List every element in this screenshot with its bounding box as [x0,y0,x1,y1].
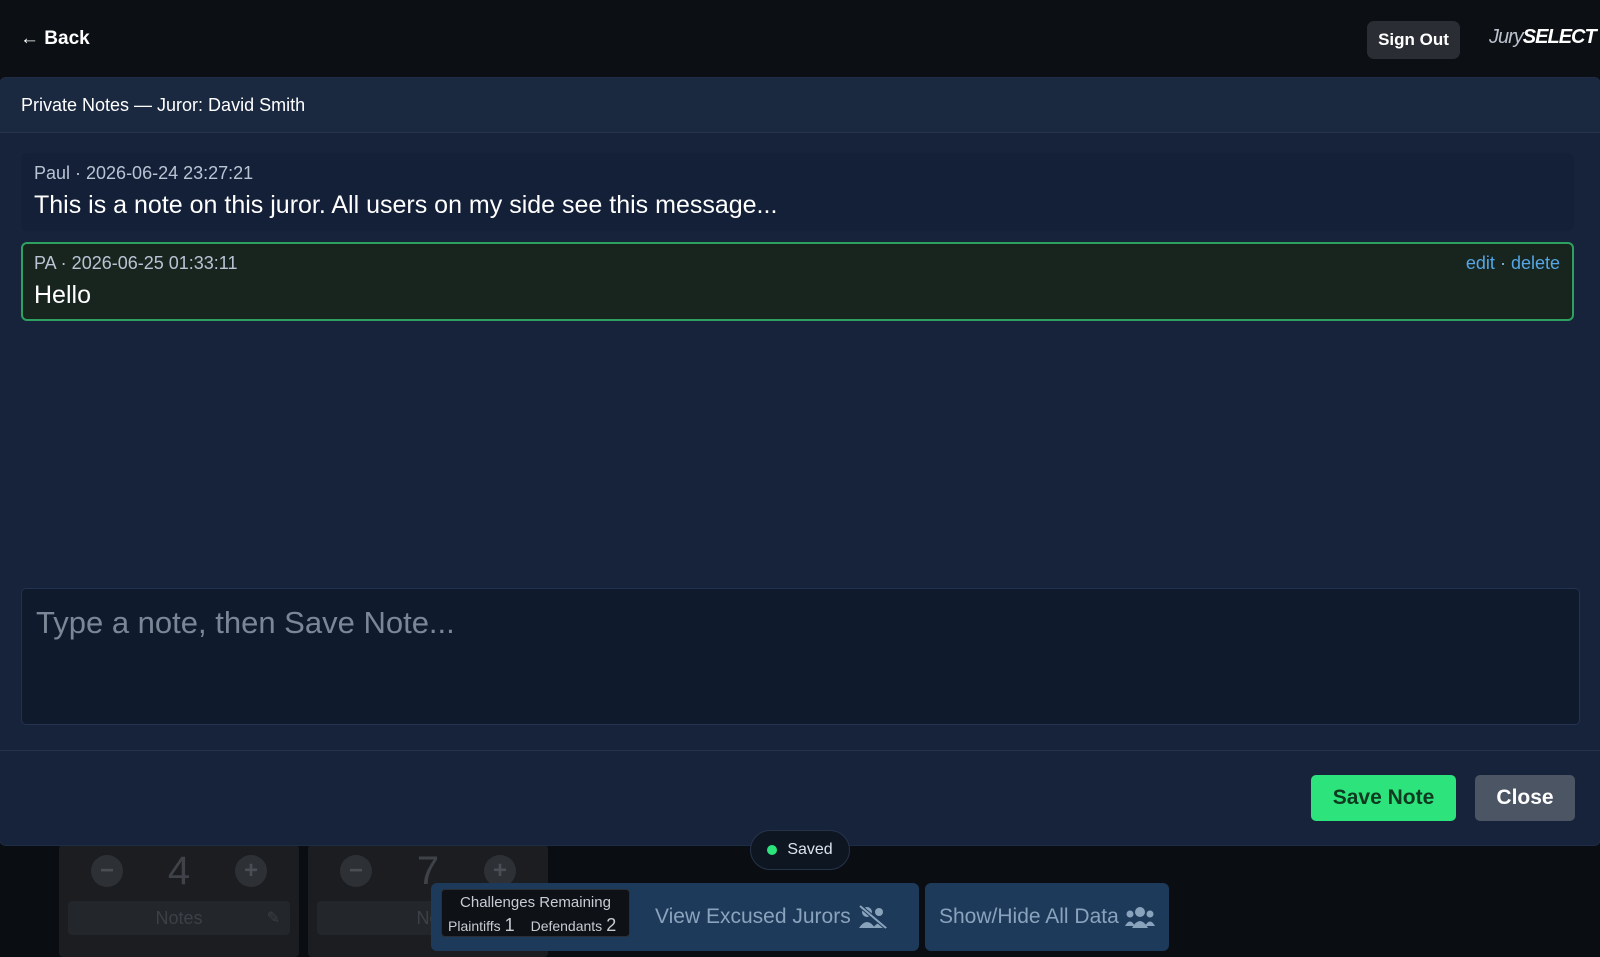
note-text: Hello [34,281,91,309]
top-bar: ← Back Sign Out JurySELECT [0,0,1600,78]
users-icon [1124,907,1155,928]
save-note-button[interactable]: Save Note [1311,775,1456,821]
saved-label: Saved [787,841,833,858]
note-input[interactable] [21,588,1580,725]
note-text: This is a note on this juror. All users … [34,191,778,219]
action-separator: · [1499,253,1506,273]
back-button[interactable]: ← Back [20,28,90,50]
close-button[interactable]: Close [1475,775,1575,821]
note-meta: Paul · 2026-06-24 23:27:21 [34,163,254,183]
saved-status-badge: Saved [750,830,850,870]
edit-note-link[interactable]: edit [1466,253,1495,273]
notes-button[interactable]: Notes ✎ [68,901,290,935]
edit-icon: ✎ [266,910,280,927]
modal-title: Private Notes — Juror: David Smith [21,95,306,115]
modal-header: Private Notes — Juror: David Smith [0,78,1600,133]
delete-note-link[interactable]: delete [1511,253,1560,273]
show-hide-data-button[interactable]: Show/Hide All Data [925,883,1169,951]
footer-divider [0,750,1600,751]
sign-out-button[interactable]: Sign Out [1367,21,1460,59]
status-dot-icon [767,845,778,855]
challenges-title: Challenges Remaining [460,894,611,911]
users-slash-icon [858,904,887,930]
private-notes-modal: Private Notes — Juror: David Smith Paul … [0,78,1600,845]
note-actions: edit · delete [1466,253,1560,274]
jury-select-logo: JurySELECT [1489,26,1597,48]
note-item-own: PA · 2026-06-25 01:33:11 Hello edit · de… [21,242,1574,321]
note-meta: PA · 2026-06-25 01:33:11 [34,253,238,273]
challenges-counts: Plaintiffs 1 Defendants 2 [448,915,617,935]
challenges-remaining: Challenges Remaining Plaintiffs 1 Defenda… [441,889,630,937]
plus-icon[interactable]: + [235,855,267,887]
juror-card: − 4 + Notes ✎ [59,845,299,957]
note-item: Paul · 2026-06-24 23:27:21 This is a not… [21,153,1574,231]
